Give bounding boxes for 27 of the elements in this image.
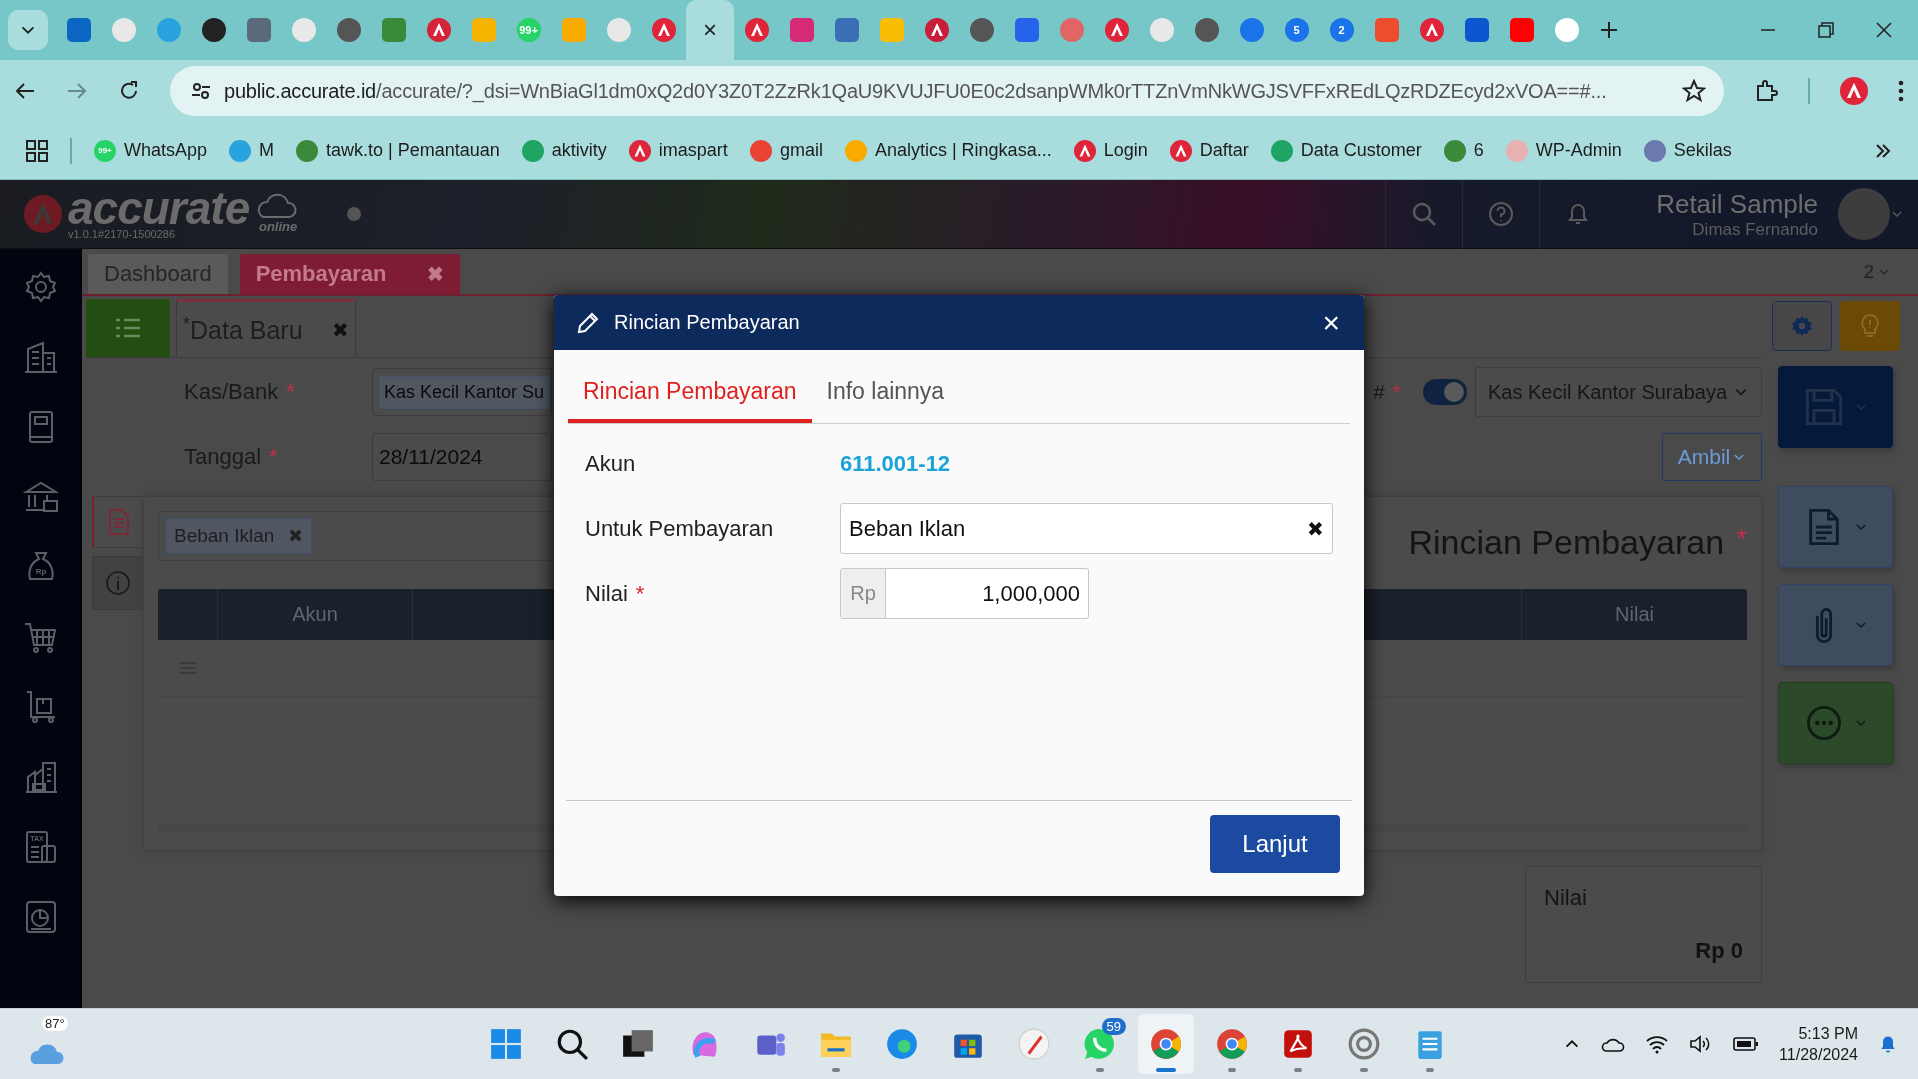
notification-badge: 59 — [1101, 1018, 1126, 1035]
logo-wordmark: accurate — [68, 188, 250, 228]
favicon-icon: 99+ — [516, 18, 541, 42]
temperature-label: 87° — [42, 1016, 68, 1031]
company-name: Retail Sample — [1656, 188, 1818, 220]
favicon-icon: 2 — [1329, 18, 1354, 42]
required-mark: * — [1392, 380, 1401, 404]
user-name: Dimas Fernando — [1692, 219, 1818, 240]
url-text: public.accurate.id/accurate/?_dsi=WnBiaGl1dm0xQ2d0Y3Z0T2ZzRk1QaU9KVUJFU0E0c2dsanpWMk0rTTZnVmNkWGJSVFFxREdLQzRDZEcyd2xVOA==#... — [224, 79, 1608, 103]
logo-subtitle: online — [258, 218, 298, 234]
field-label: Akun — [585, 450, 636, 477]
currency-prefix: Rp — [841, 569, 886, 618]
dialog-title: Rincian Pembayaran — [614, 311, 800, 334]
required-mark: * — [635, 580, 645, 607]
field-label: Nilai — [585, 580, 628, 607]
favicon-icon: 5 — [1284, 18, 1309, 42]
field-label: Untuk Pembayaran — [585, 515, 774, 542]
version-label: v1.0.1#2170-1500286 — [68, 228, 177, 240]
column-header: Akun — [218, 589, 413, 640]
required-mark: * — [1736, 523, 1747, 556]
required-mark: * — [286, 379, 295, 405]
required-mark: * — [269, 444, 278, 470]
bookmark-favicon-icon: 99+ — [94, 139, 116, 162]
total-value: Rp 0 — [1695, 938, 1743, 964]
panel-title: Rincian Pembayaran — [1408, 523, 1725, 562]
number-label: # — [1373, 380, 1385, 404]
column-header: Nilai — [1614, 602, 1655, 627]
